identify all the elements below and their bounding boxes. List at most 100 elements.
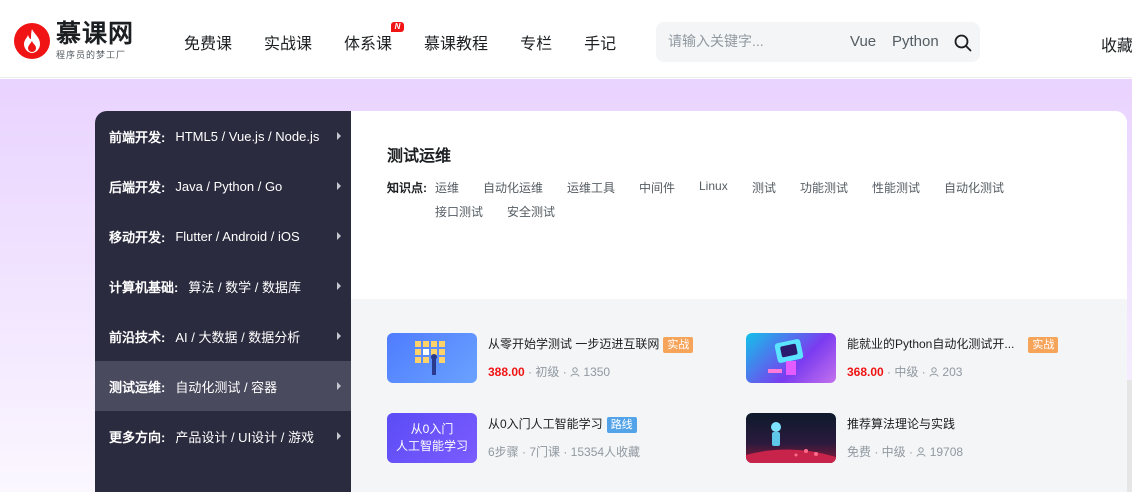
course-title: 从零开始学测试 一步迈进互联网 实战	[488, 335, 694, 353]
panel-title: 测试运维	[387, 148, 452, 165]
thumbnail-caption-line1: 从0入门	[410, 422, 454, 436]
course-students: 203	[942, 365, 963, 379]
scrollbar[interactable]	[1127, 380, 1132, 492]
course-title: 从0入门人工智能学习 路线	[488, 415, 637, 433]
main-nav: 免费课 实战课 体系课 N 慕课教程 专栏 手记	[184, 22, 648, 54]
course-card[interactable]: 推荐算法理论与实践 免费 · 中级 · 19708	[746, 413, 1096, 465]
chevron-right-icon	[337, 432, 341, 440]
astronaut-figure-icon	[746, 422, 836, 463]
user-icon	[929, 367, 939, 377]
menu-category: 后端开发:	[109, 179, 166, 195]
menu-category: 测试运维:	[109, 379, 166, 395]
menu-item-mobile[interactable]: 移动开发: Flutter / Android / iOS	[95, 211, 351, 261]
course-title-text: 能就业的Python自动化测试开...	[847, 337, 1015, 351]
menu-category: 计算机基础:	[109, 279, 179, 295]
knowledge-tag[interactable]: Linux	[699, 179, 728, 193]
thumbnail-caption-line2: 人工智能学习	[395, 439, 468, 453]
course-title-text: 从零开始学测试 一步迈进互联网	[488, 337, 660, 351]
thumbnail-caption: 从0入门 人工智能学习	[387, 421, 477, 455]
knowledge-tag[interactable]: 自动化运维	[483, 179, 543, 196]
logo-name: 慕课网	[56, 20, 135, 48]
course-level: · 中级 ·	[887, 365, 926, 379]
menu-category: 更多方向:	[109, 429, 166, 445]
site-logo[interactable]: 慕课网 程序员的梦工厂	[14, 22, 134, 60]
knowledge-tag[interactable]: 性能测试	[872, 179, 920, 196]
chevron-right-icon	[337, 132, 341, 140]
nav-system-courses[interactable]: 体系课 N	[344, 22, 405, 54]
course-meta: 免费 · 中级 · 19708	[847, 443, 963, 460]
course-meta: 388.00 · 初级 · 1350	[488, 363, 610, 380]
knowledge-tag[interactable]: 功能测试	[800, 179, 848, 196]
menu-item-frontend[interactable]: 前端开发: HTML5 / Vue.js / Node.js	[95, 111, 351, 161]
menu-item-backend[interactable]: 后端开发: Java / Python / Go	[95, 161, 351, 211]
course-card[interactable]: 从0入门 人工智能学习 从0入门人工智能学习 路线 6步骤 · 7门课 · 153…	[387, 413, 737, 465]
menu-category: 前端开发:	[109, 129, 166, 145]
knowledge-tag[interactable]: 接口测试	[435, 203, 483, 220]
nav-notes[interactable]: 手记	[584, 30, 616, 54]
nav-practical-courses[interactable]: 实战课	[264, 30, 312, 54]
new-badge: N	[391, 22, 405, 32]
menu-item-cs-basics[interactable]: 计算机基础: 算法 / 数学 / 数据库	[95, 261, 351, 311]
nav-free-courses[interactable]: 免费课	[184, 30, 232, 54]
menu-item-frontier[interactable]: 前沿技术: AI / 大数据 / 数据分析	[95, 311, 351, 361]
knowledge-tag[interactable]: 中间件	[639, 179, 675, 196]
menu-item-more[interactable]: 更多方向: 产品设计 / UI设计 / 游戏	[95, 411, 351, 461]
menu-topics: Flutter / Android / iOS	[175, 228, 300, 244]
category-menu: 前端开发: HTML5 / Vue.js / Node.js 后端开发: Jav…	[95, 111, 351, 492]
course-title-text: 从0入门人工智能学习	[488, 417, 603, 431]
search-input[interactable]	[668, 33, 828, 49]
menu-topics: HTML5 / Vue.js / Node.js	[175, 128, 320, 144]
course-price: 368.00	[847, 365, 884, 379]
menu-topics: AI / 大数据 / 数据分析	[175, 329, 301, 345]
nav-columns[interactable]: 专栏	[520, 30, 552, 54]
course-card[interactable]: 从零开始学测试 一步迈进互联网 实战 388.00 · 初级 · 1350	[387, 333, 737, 385]
course-price: 388.00	[488, 365, 525, 379]
logo-slogan: 程序员的梦工厂	[56, 50, 127, 60]
course-recommendations: 从零开始学测试 一步迈进互联网实战 388.00 · 初级 · 1350 能就	[351, 299, 1127, 492]
chevron-right-icon	[337, 382, 341, 390]
search-box: Vue Python	[656, 22, 980, 62]
menu-item-testing-ops[interactable]: 测试运维: 自动化测试 / 容器	[95, 361, 351, 411]
search-icon[interactable]	[954, 34, 972, 52]
robot-figure-icon	[768, 339, 804, 375]
menu-topics: Java / Python / Go	[175, 178, 283, 194]
knowledge-tag[interactable]: 运维工具	[567, 179, 615, 196]
user-icon	[570, 367, 580, 377]
menu-topics: 产品设计 / UI设计 / 游戏	[175, 429, 315, 445]
course-students: 19708	[929, 445, 964, 459]
menu-category: 前沿技术:	[109, 329, 166, 345]
menu-category: 移动开发:	[109, 229, 166, 245]
nav-tutorials[interactable]: 慕课教程	[424, 30, 488, 54]
course-students: 1350	[583, 365, 611, 379]
squares-figure-icon	[415, 341, 445, 375]
knowledge-tag[interactable]: 测试	[752, 179, 776, 196]
user-icon	[916, 447, 926, 457]
course-meta: 368.00 · 中级 · 203	[847, 363, 962, 380]
course-type-badge: 路线	[606, 416, 637, 433]
knowledge-tag[interactable]: 自动化测试	[944, 179, 1004, 196]
nav-system-courses-label: 体系课	[344, 36, 393, 53]
top-header: 慕课网 程序员的梦工厂 免费课 实战课 体系课 N 慕课教程 专栏 手记 Vue…	[0, 0, 1132, 78]
course-path-info: 6步骤 · 7门课 · 15354人收藏	[488, 445, 641, 459]
course-meta: 6步骤 · 7门课 · 15354人收藏	[488, 443, 640, 460]
chevron-right-icon	[337, 332, 341, 340]
category-detail-panel: 测试运维 知识点: 运维 自动化运维 运维工具 中间件 Linux 测试 功能测…	[351, 111, 1127, 492]
chevron-right-icon	[337, 182, 341, 190]
flame-logo-icon	[14, 23, 50, 59]
course-level: 免费 · 中级 ·	[847, 445, 913, 459]
course-thumbnail	[387, 333, 477, 383]
course-title: 推荐算法理论与实践	[847, 415, 955, 432]
course-type-badge: 实战	[663, 336, 694, 353]
knowledge-tag[interactable]: 安全测试	[507, 203, 555, 220]
course-title: 能就业的Python自动化测试开... 实战	[847, 335, 1059, 353]
course-card[interactable]: 能就业的Python自动化测试开... 实战 368.00 · 中级 · 203	[746, 333, 1096, 385]
course-level: · 初级 ·	[528, 365, 567, 379]
course-thumbnail	[746, 333, 836, 383]
hot-word-python[interactable]: Python	[892, 33, 939, 50]
chevron-right-icon	[337, 282, 341, 290]
hot-word-vue[interactable]: Vue	[850, 33, 876, 50]
favorites-link[interactable]: 收藏	[1101, 32, 1132, 56]
knowledge-tag[interactable]: 运维	[435, 179, 459, 196]
course-title-text: 推荐算法理论与实践	[847, 417, 956, 431]
course-thumbnail	[746, 413, 836, 463]
